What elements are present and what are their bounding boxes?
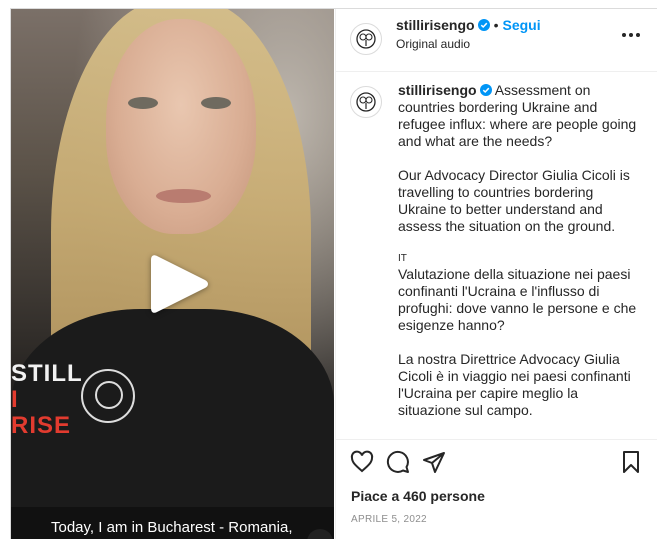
caption-area: stillirisengo Assessment on countries bo… <box>336 72 657 439</box>
caption-paragraph-4: La nostra Direttrice Advocacy Giulia Cic… <box>398 351 631 418</box>
heart-icon <box>350 450 374 473</box>
post-header: stillirisengo • Segui Original audio <box>336 9 657 72</box>
caption-language-tag: IT <box>398 253 407 264</box>
caption-avatar[interactable] <box>350 86 382 118</box>
caption-paragraph: stillirisengo Assessment on countries bo… <box>398 82 638 150</box>
share-button[interactable] <box>422 450 448 476</box>
profile-logo-icon <box>356 92 376 112</box>
caption-text: stillirisengo Assessment on countries bo… <box>398 82 638 436</box>
more-options-button[interactable] <box>616 25 646 45</box>
caption-username[interactable]: stillirisengo <box>398 82 477 98</box>
comment-icon <box>386 450 409 473</box>
verified-icon <box>477 19 490 31</box>
more-icon-dot <box>636 33 640 37</box>
more-icon-dot <box>629 33 633 37</box>
bookmark-icon <box>623 451 639 473</box>
play-icon <box>151 255 208 313</box>
video-person-face <box>106 19 256 234</box>
more-icon <box>622 33 626 37</box>
share-icon <box>423 452 445 473</box>
avatar[interactable] <box>350 23 382 55</box>
header-username[interactable]: stillirisengo <box>396 17 475 33</box>
video-person-lips <box>156 189 211 203</box>
header-user-line: stillirisengo • Segui <box>396 17 541 35</box>
action-bar: Piace a 460 persone APRILE 5, 2022 <box>336 439 657 540</box>
shirt-print-line2: I RISE <box>11 386 72 439</box>
shirt-print-line1: STILL <box>11 360 83 387</box>
play-button[interactable] <box>144 249 214 319</box>
save-button[interactable] <box>619 450 645 476</box>
caption-paragraph-2: Our Advocacy Director Giulia Cicoli is t… <box>398 167 630 234</box>
follow-button[interactable]: Segui <box>502 17 540 33</box>
comment-button[interactable] <box>386 450 412 476</box>
original-audio-link[interactable]: Original audio <box>396 37 470 51</box>
shirt-logo-icon <box>81 369 135 423</box>
video-person-eye-right <box>201 97 231 109</box>
verified-icon <box>479 84 492 96</box>
post-modal: STILL I RISE Today, I am in Bucharest - … <box>10 8 657 539</box>
video-caption: Today, I am in Bucharest - Romania, <box>51 519 293 536</box>
profile-logo-icon <box>356 29 376 49</box>
header-separator: • <box>493 17 499 33</box>
post-date: APRILE 5, 2022 <box>351 514 427 525</box>
caption-paragraph-3: Valutazione della situazione nei paesi c… <box>398 266 637 333</box>
video-person-eye-left <box>128 97 158 109</box>
like-button[interactable] <box>350 450 376 476</box>
video-player[interactable]: STILL I RISE Today, I am in Bucharest - … <box>11 9 334 539</box>
likes-count[interactable]: Piace a 460 persone <box>351 488 485 504</box>
shirt-print: STILL I RISE <box>11 360 83 439</box>
post-sidebar: stillirisengo • Segui Original audio still… <box>335 9 657 539</box>
